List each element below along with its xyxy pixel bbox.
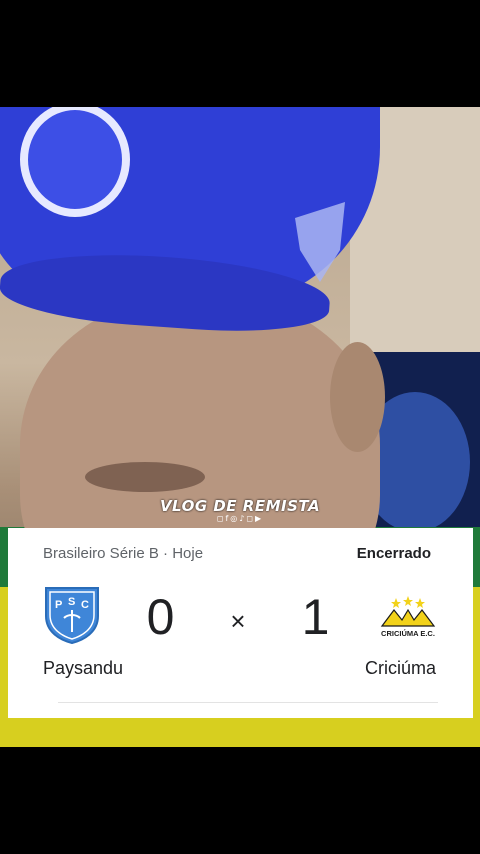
- cap-logo: [20, 107, 130, 217]
- letterbox-bottom: [0, 747, 480, 854]
- away-team-name[interactable]: Criciúma: [365, 658, 436, 679]
- match-result-card[interactable]: Brasileiro Série B · Hoje Encerrado P S …: [8, 528, 473, 718]
- letterbox-top: [0, 0, 480, 107]
- away-score: 1: [301, 589, 330, 645]
- svg-text:P: P: [55, 599, 62, 611]
- criciuma-crest-icon: CRICIÚMA E.C.: [380, 596, 436, 638]
- svg-text:C: C: [81, 599, 89, 611]
- svg-text:S: S: [68, 596, 75, 608]
- home-team-name[interactable]: Paysandu: [43, 658, 123, 679]
- channel-watermark: VLOG DE REMISTA: [159, 497, 321, 515]
- social-icons-row: ◻f◎♪◻▶: [216, 514, 264, 523]
- person-mouth: [85, 462, 205, 492]
- svg-text:CRICIÚMA E.C.: CRICIÚMA E.C.: [381, 629, 435, 638]
- paysandu-crest-icon: P S C: [45, 587, 99, 644]
- home-score: 0: [146, 589, 175, 645]
- league-label: Brasileiro Série B · Hoje: [43, 545, 204, 562]
- person-ear: [330, 342, 385, 452]
- card-divider: [58, 702, 438, 703]
- score-separator: ×: [230, 606, 246, 636]
- match-status: Encerrado: [356, 545, 431, 562]
